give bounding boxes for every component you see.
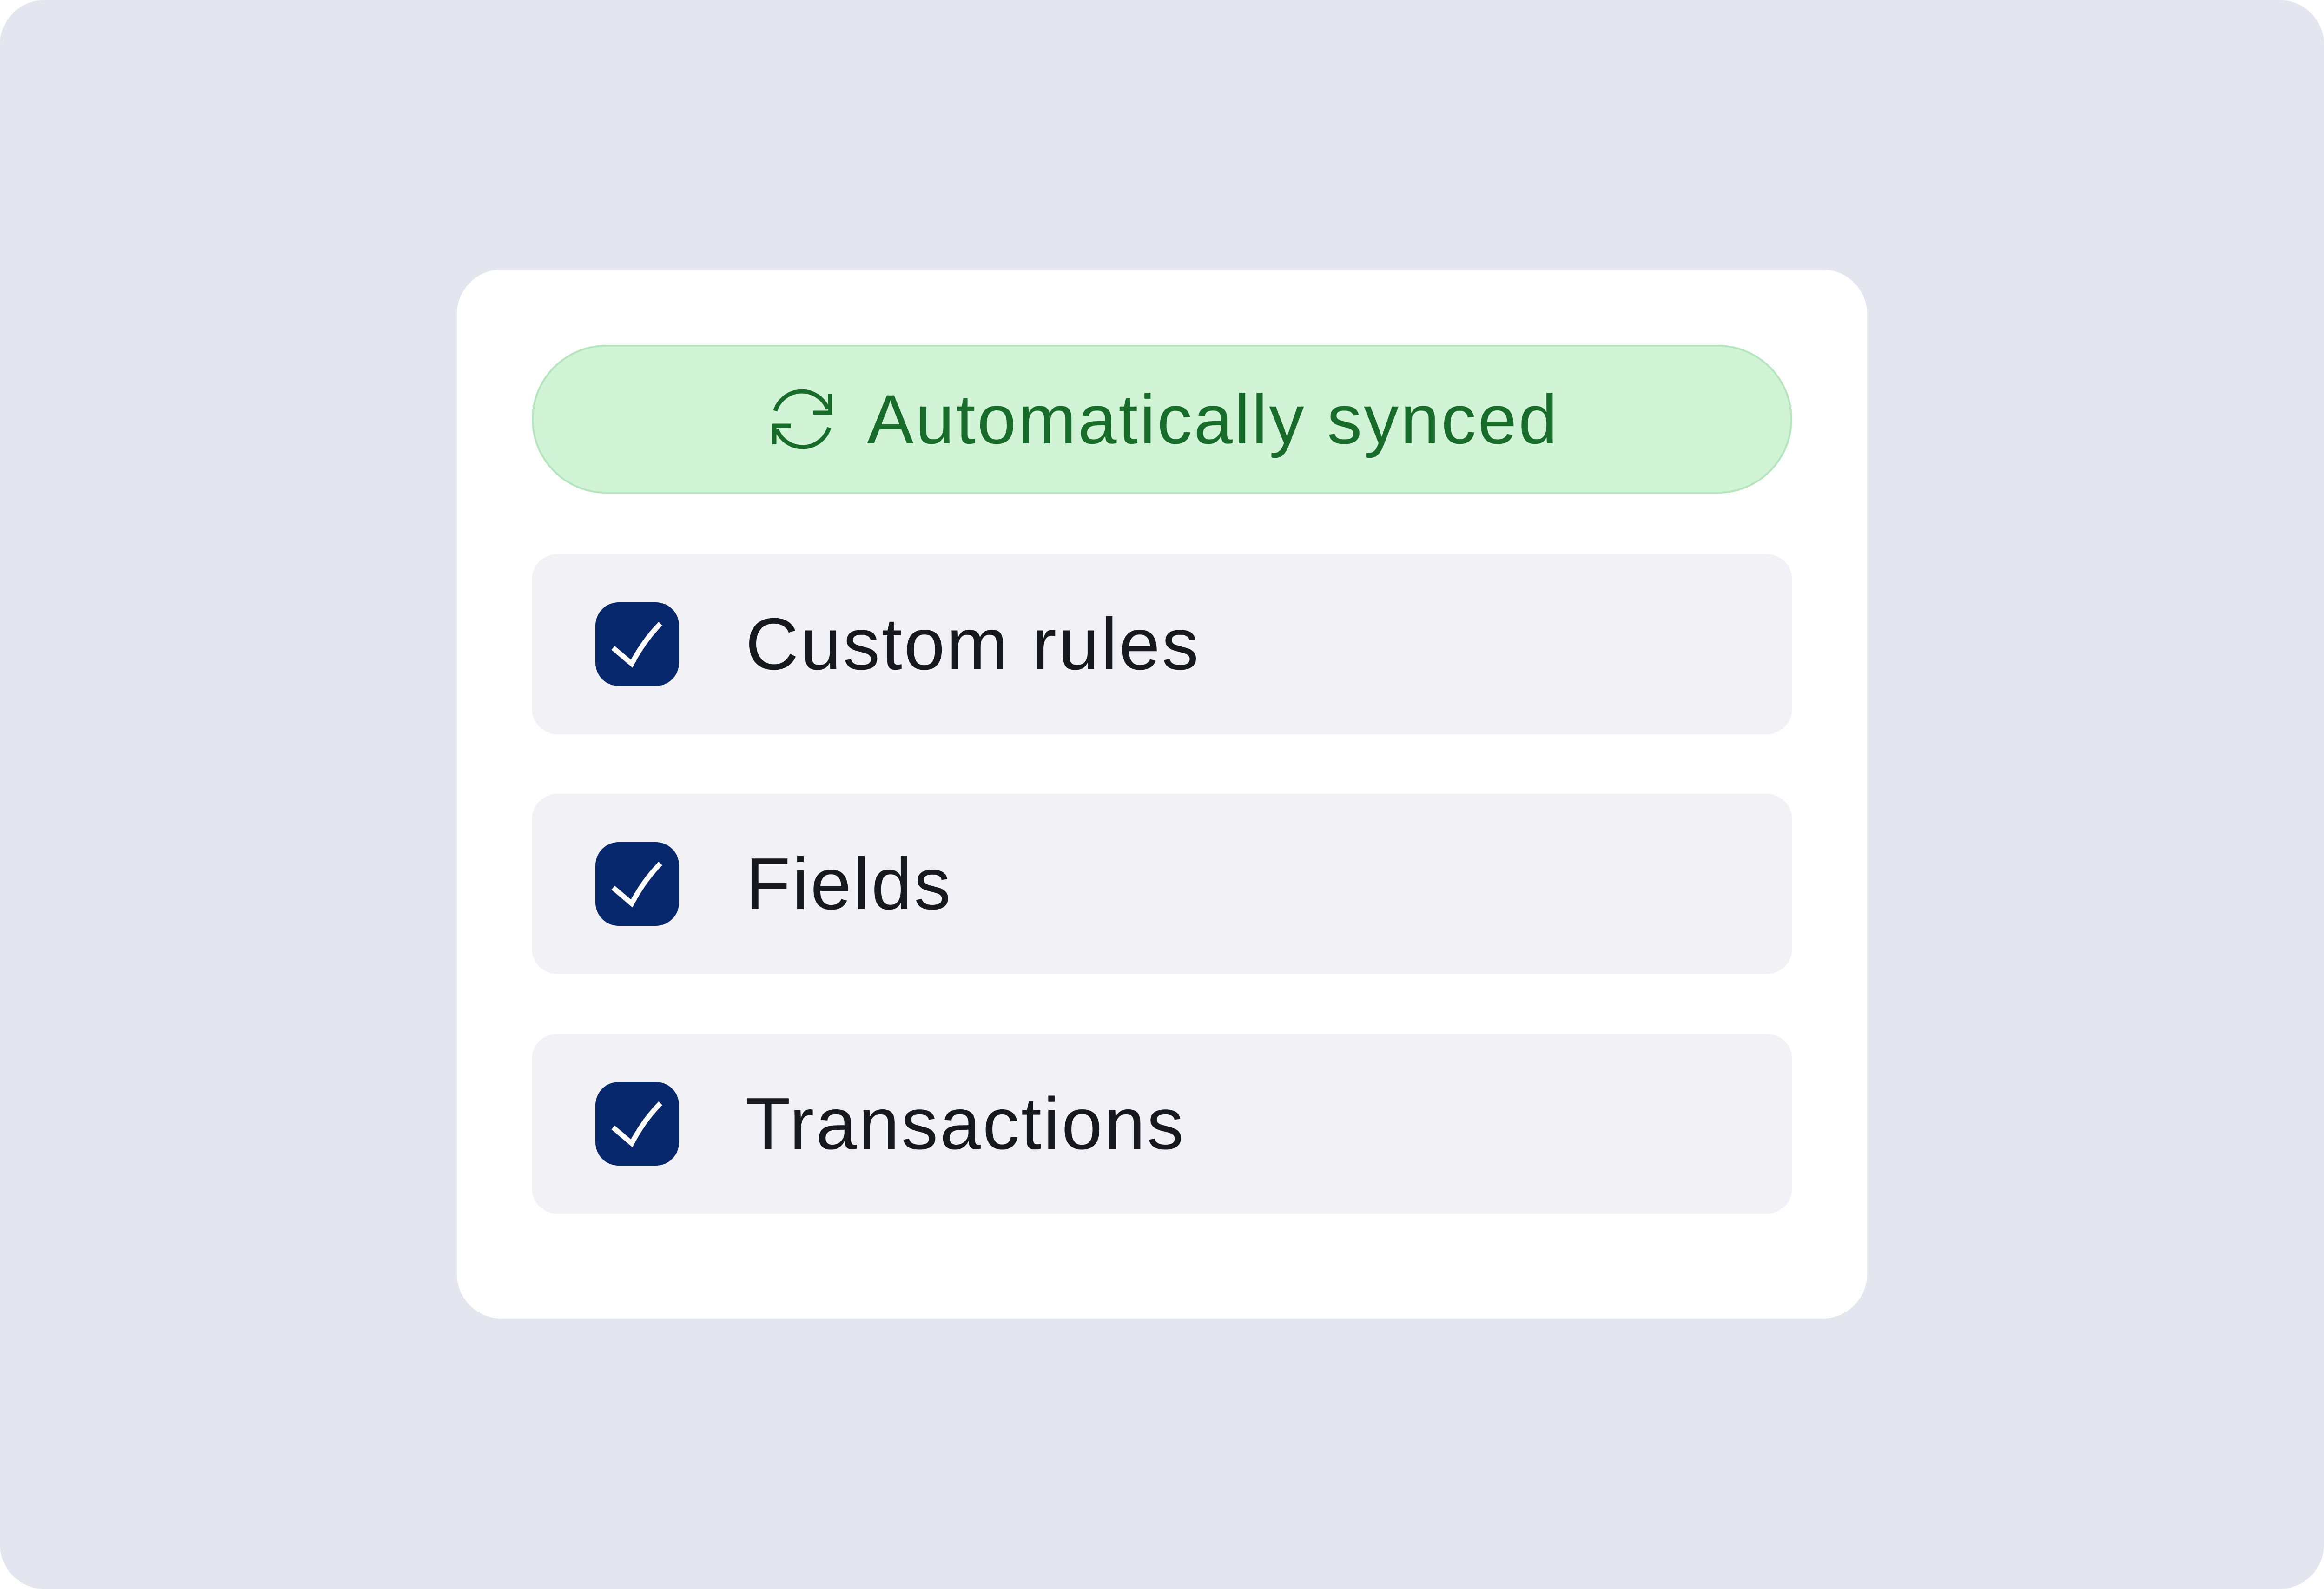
sync-status-badge: Automatically synced <box>532 345 1792 494</box>
sync-settings-card: Automatically synced Custom rules Fields <box>457 270 1867 1319</box>
checkbox-checked-icon[interactable] <box>595 1082 679 1166</box>
option-label: Custom rules <box>746 603 1201 685</box>
option-label: Fields <box>746 843 953 925</box>
option-row-custom-rules[interactable]: Custom rules <box>532 554 1792 734</box>
option-row-transactions[interactable]: Transactions <box>532 1034 1792 1214</box>
option-row-fields[interactable]: Fields <box>532 794 1792 974</box>
sync-icon <box>765 382 839 456</box>
page-background: Automatically synced Custom rules Fields <box>0 0 2324 1589</box>
checkbox-checked-icon[interactable] <box>595 842 679 926</box>
option-label: Transactions <box>746 1082 1186 1165</box>
checkbox-checked-icon[interactable] <box>595 602 679 686</box>
sync-status-label: Automatically synced <box>867 380 1559 458</box>
